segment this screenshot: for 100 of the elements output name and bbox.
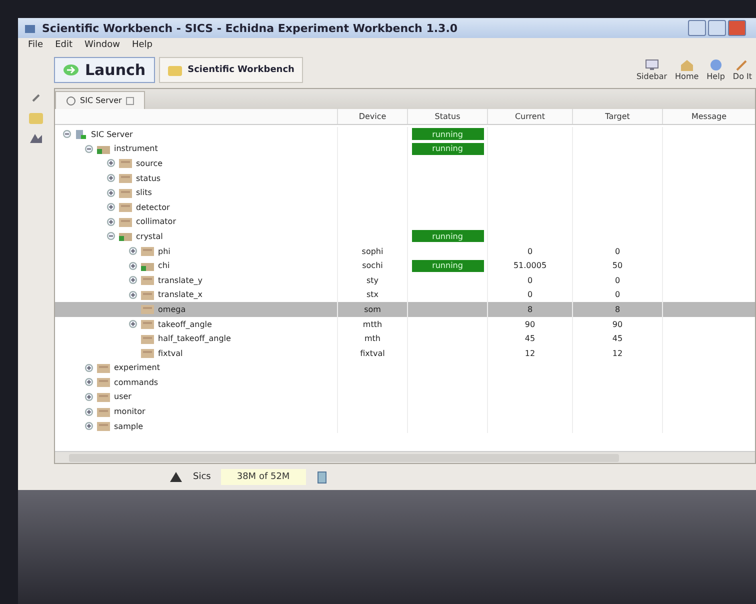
- column-header[interactable]: Current: [487, 109, 572, 124]
- collapse-icon[interactable]: [107, 232, 115, 240]
- memory-indicator: 38M of 52M: [220, 469, 306, 485]
- server-icon: [66, 96, 76, 106]
- tree-item[interactable]: phi: [158, 246, 170, 256]
- tree-item[interactable]: translate_x: [158, 290, 202, 300]
- tree-item[interactable]: chi: [158, 261, 170, 270]
- folder-icon: [119, 202, 132, 212]
- status-label: running: [412, 230, 484, 242]
- table-cell: 0: [572, 244, 662, 258]
- collapse-icon[interactable]: [63, 130, 71, 138]
- expand-icon[interactable]: [107, 188, 115, 197]
- table-cell: sochi: [337, 258, 407, 273]
- chart-icon[interactable]: [29, 132, 43, 144]
- expand-icon[interactable]: [85, 408, 93, 416]
- table-cell: 0: [487, 272, 572, 288]
- expand-icon[interactable]: [85, 378, 93, 386]
- tree-item[interactable]: fixtval: [158, 348, 183, 358]
- server-icon: [75, 128, 87, 140]
- expand-icon[interactable]: [107, 203, 115, 212]
- monitor-icon: [644, 59, 659, 71]
- table-cell: 45: [572, 331, 662, 346]
- expand-icon[interactable]: [85, 392, 93, 401]
- table-cell: 45: [487, 331, 572, 346]
- folder-icon: [141, 246, 154, 256]
- table-cell: fixtval: [337, 346, 407, 360]
- folder-icon: [97, 377, 110, 388]
- selected-row[interactable]: omega som 8 8: [55, 302, 755, 317]
- menu-item[interactable]: File: [28, 40, 44, 50]
- column-header[interactable]: Target: [572, 109, 662, 124]
- tree-item[interactable]: SIC Server: [91, 130, 133, 139]
- column-header[interactable]: Device: [337, 109, 407, 124]
- tree-item[interactable]: translate_y: [158, 276, 202, 285]
- app-icon: [24, 22, 36, 34]
- toolbar-button[interactable]: Home: [675, 59, 699, 81]
- tree-item[interactable]: source: [136, 158, 163, 168]
- tree-item[interactable]: status: [136, 174, 161, 183]
- menu-item[interactable]: Edit: [55, 40, 72, 50]
- folder-icon: [97, 392, 110, 402]
- maximize-button[interactable]: [708, 20, 726, 36]
- column-header[interactable]: Message: [662, 109, 755, 124]
- expand-icon[interactable]: [129, 262, 137, 270]
- tree-item[interactable]: half_takeoff_angle: [158, 334, 231, 344]
- perspective-tab[interactable]: Scientific Workbench: [158, 57, 304, 83]
- folder-icon: [97, 144, 110, 154]
- menu-item[interactable]: Window: [84, 40, 120, 50]
- trash-icon[interactable]: [316, 470, 328, 484]
- table-cell: mth: [337, 331, 407, 346]
- tree-item[interactable]: detector: [136, 202, 170, 212]
- folder-icon: [97, 406, 110, 417]
- table-cell: 8: [487, 302, 572, 317]
- folder-icon: [119, 158, 132, 168]
- folder-icon: [141, 319, 154, 330]
- toolbar-button[interactable]: Do It: [732, 59, 752, 81]
- table-cell: 12: [572, 346, 662, 360]
- folder-icon: [119, 188, 132, 198]
- folder-icon: [141, 334, 154, 344]
- tree-item[interactable]: sample: [114, 422, 144, 431]
- window-title: Scientific Workbench - SICS - Echidna Experiment Workbench 1.3.0: [42, 22, 458, 34]
- folder-icon: [141, 304, 154, 314]
- folder-icon: [97, 362, 110, 373]
- table-cell: 51.0005: [487, 258, 572, 273]
- table-cell: mtth: [337, 316, 407, 332]
- menu-item[interactable]: Help: [132, 40, 153, 50]
- tree-item[interactable]: user: [114, 392, 132, 402]
- tree-item[interactable]: takeoff_angle: [158, 320, 212, 329]
- table-cell: 90: [572, 316, 662, 332]
- expand-icon[interactable]: [107, 159, 115, 168]
- tree-item[interactable]: experiment: [114, 363, 160, 372]
- expand-icon[interactable]: [129, 276, 137, 284]
- horizontal-scrollbar[interactable]: [55, 451, 755, 463]
- expand-icon[interactable]: [107, 218, 115, 226]
- expand-icon[interactable]: [107, 174, 115, 182]
- tree-item[interactable]: instrument: [114, 144, 158, 154]
- view-tab[interactable]: SIC Server: [55, 91, 145, 109]
- tree-item[interactable]: collimator: [136, 217, 176, 226]
- minimize-button[interactable]: [688, 20, 706, 36]
- tree-item[interactable]: slits: [136, 188, 152, 198]
- folder-icon: [97, 421, 110, 432]
- expand-icon[interactable]: [85, 422, 93, 430]
- tree-item[interactable]: commands: [114, 378, 158, 387]
- tree-item[interactable]: monitor: [114, 407, 146, 416]
- expand-icon[interactable]: [85, 364, 93, 372]
- toolbar-button[interactable]: Sidebar: [636, 59, 668, 81]
- expand-icon[interactable]: [129, 320, 137, 328]
- help-icon: [708, 59, 723, 71]
- folder-icon: [141, 275, 154, 286]
- toolbar-button[interactable]: Help: [706, 59, 725, 81]
- wand-icon: [735, 59, 750, 71]
- connection-status: Sics: [193, 472, 211, 482]
- column-header[interactable]: Status: [407, 109, 487, 124]
- collapse-icon[interactable]: [85, 144, 93, 153]
- tree-item[interactable]: omega: [158, 304, 186, 314]
- expand-icon[interactable]: [129, 247, 137, 256]
- tree-item[interactable]: crystal: [136, 232, 163, 241]
- perspective-tab[interactable]: Launch: [54, 57, 155, 83]
- folder-icon: [141, 260, 154, 271]
- table-cell: 0: [487, 244, 572, 258]
- view-title: SIC Server: [80, 96, 122, 105]
- expand-icon[interactable]: [129, 290, 137, 299]
